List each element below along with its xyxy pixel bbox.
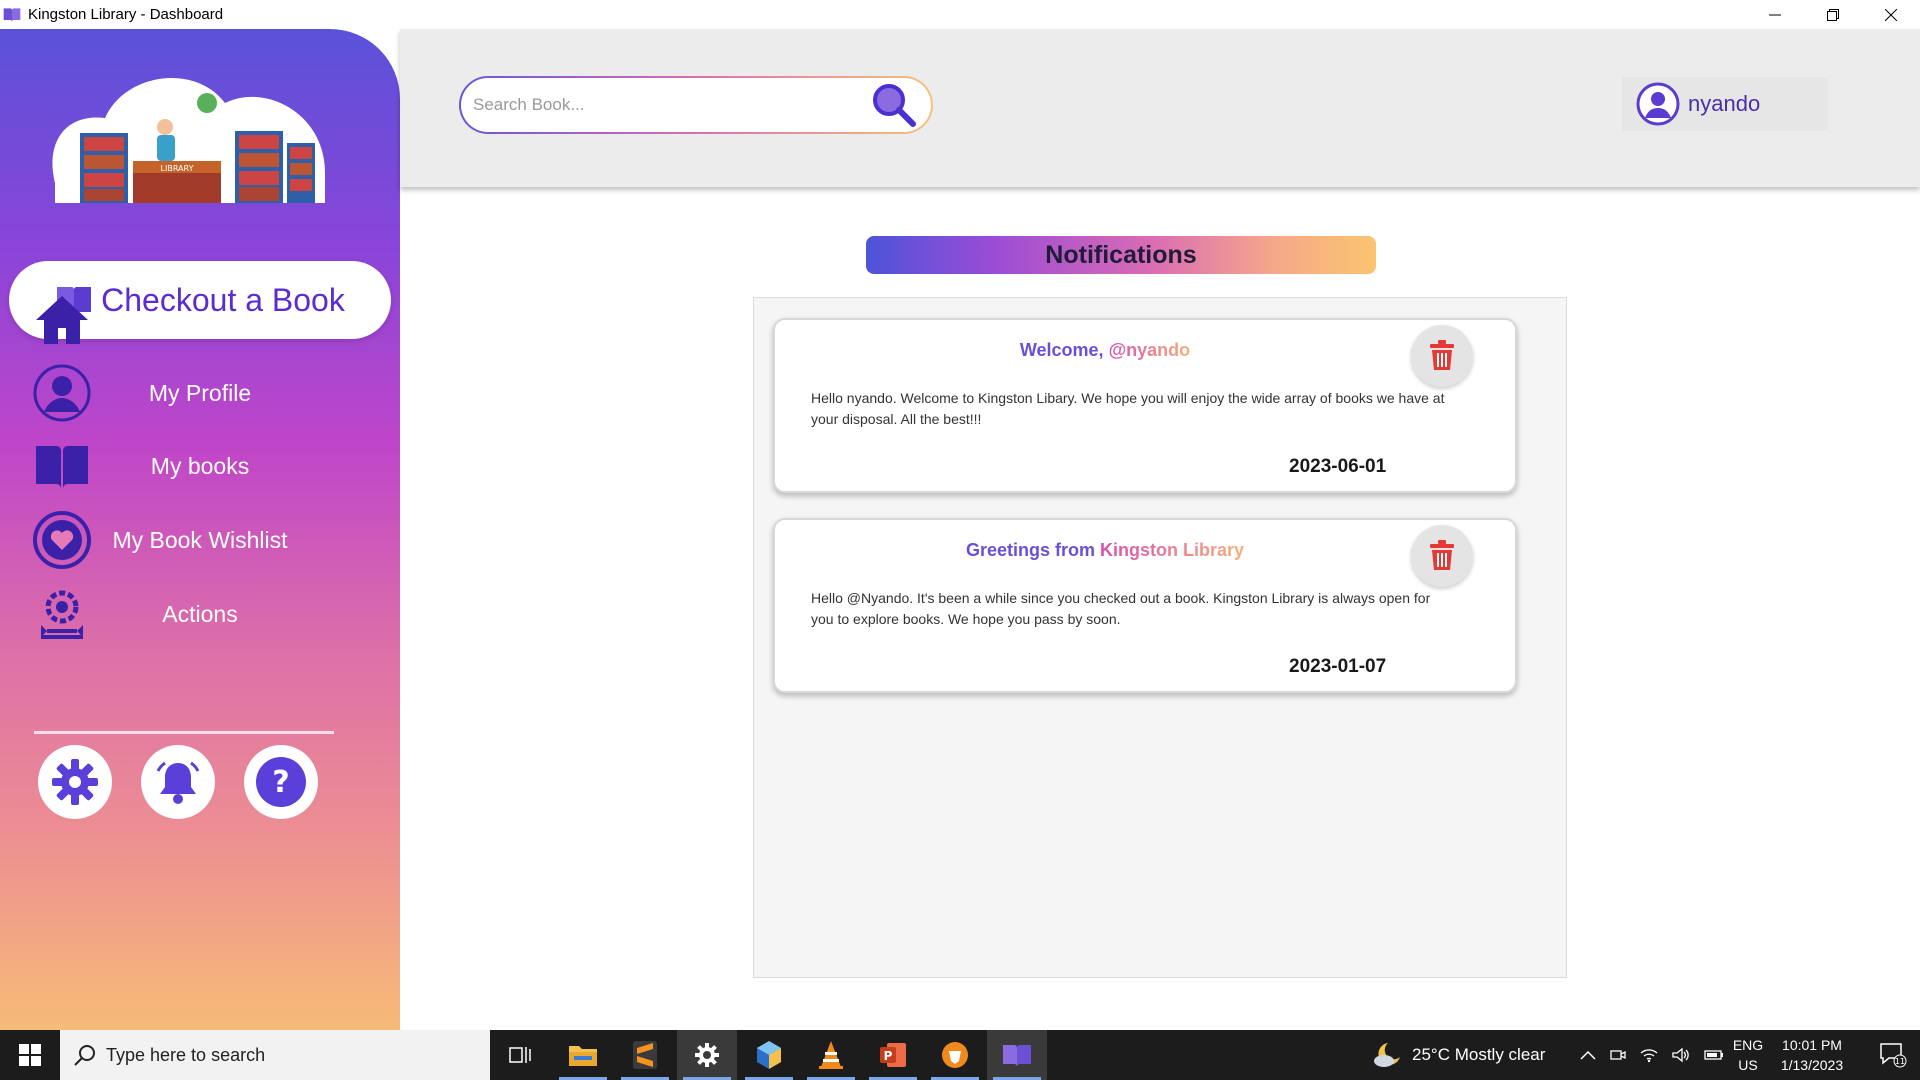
title-bar: Kingston Library - Dashboard bbox=[0, 0, 1920, 29]
clock-time: 10:01 PM bbox=[1782, 1037, 1842, 1053]
close-icon bbox=[1885, 8, 1897, 21]
header: nyando bbox=[400, 29, 1920, 187]
book-icon bbox=[1003, 1045, 1031, 1067]
volume-icon[interactable] bbox=[1672, 1047, 1690, 1063]
moon-cloud-icon bbox=[1374, 1043, 1400, 1067]
browser-icon bbox=[942, 1042, 968, 1068]
window-title: Kingston Library - Dashboard bbox=[28, 6, 224, 23]
minimize-button[interactable] bbox=[1746, 0, 1804, 29]
sidebar-item-my-books[interactable]: My books bbox=[30, 433, 380, 499]
weather-text: 25°C Mostly clear bbox=[1412, 1045, 1546, 1064]
logo-text: LIBRARY bbox=[161, 164, 194, 173]
notification-title-accent: Kingston Library bbox=[1100, 540, 1245, 560]
battery-icon[interactable] bbox=[1704, 1049, 1724, 1061]
notification-body: Hello nyando. Welcome to Kingston Libary… bbox=[811, 390, 1445, 427]
svg-text:P: P bbox=[884, 1049, 893, 1063]
notification-count: 11 bbox=[1895, 1057, 1905, 1066]
search-bar bbox=[459, 76, 933, 134]
weather-widget[interactable]: 25°C Mostly clear bbox=[1372, 1030, 1545, 1080]
sublime-icon bbox=[633, 1041, 657, 1069]
sidebar-divider bbox=[34, 731, 334, 734]
vlc-cone-icon bbox=[819, 1041, 843, 1069]
cube-icon bbox=[757, 1041, 781, 1069]
clock[interactable]: 10:01 PM 1/13/2023 bbox=[1770, 1035, 1854, 1075]
taskbar-app-brave[interactable] bbox=[925, 1030, 985, 1080]
gear-icon bbox=[52, 759, 98, 805]
powerpoint-icon: P bbox=[880, 1043, 906, 1067]
notification-body: Hello @Nyando. It's been a while since y… bbox=[811, 590, 1431, 627]
sidebar-item-label: Actions bbox=[162, 600, 238, 627]
notification-title: Welcome, @nyando bbox=[775, 340, 1435, 361]
sidebar-item-label: My books bbox=[150, 452, 250, 479]
library-logo: LIBRARY bbox=[52, 77, 325, 203]
notification-card: Welcome, @nyando Hello nyando. Welcome t… bbox=[773, 318, 1517, 493]
trash-icon bbox=[1430, 540, 1454, 570]
sidebar-item-wishlist[interactable]: My Book Wishlist bbox=[30, 507, 380, 573]
sidebar-item-label: My Profile bbox=[148, 379, 252, 406]
taskbar-app-kingston-library[interactable] bbox=[987, 1030, 1047, 1080]
delete-notification-button[interactable] bbox=[1411, 525, 1473, 587]
system-tray bbox=[1580, 1030, 1724, 1080]
question-icon: ? bbox=[256, 757, 306, 807]
search-input[interactable] bbox=[473, 95, 863, 115]
sidebar-item-label: My Book Wishlist bbox=[112, 526, 288, 553]
notification-date: 2023-06-01 bbox=[1289, 456, 1387, 477]
delete-notification-button[interactable] bbox=[1411, 325, 1473, 387]
avatar bbox=[1636, 82, 1680, 126]
gear-icon bbox=[695, 1043, 719, 1067]
taskbar-search[interactable]: Type here to search bbox=[60, 1030, 490, 1080]
task-view-button[interactable] bbox=[490, 1030, 550, 1080]
notifications-button[interactable] bbox=[141, 745, 215, 819]
restore-icon bbox=[1827, 8, 1839, 21]
svg-text:?: ? bbox=[272, 765, 289, 800]
taskbar-app-sublime[interactable] bbox=[615, 1030, 675, 1080]
minimize-icon bbox=[1769, 14, 1781, 15]
wifi-icon[interactable] bbox=[1640, 1047, 1658, 1063]
windows-icon bbox=[19, 1044, 41, 1066]
bell-icon bbox=[156, 761, 200, 804]
taskbar-search-text: Type here to search bbox=[106, 1044, 266, 1065]
notification-date: 2023-01-07 bbox=[1289, 656, 1387, 677]
sidebar-item-actions[interactable]: Actions bbox=[30, 581, 380, 647]
notification-title-prefix: Welcome, bbox=[1019, 340, 1109, 360]
taskbar-app-virtualbox[interactable] bbox=[739, 1030, 799, 1080]
notifications-panel: Welcome, @nyando Hello nyando. Welcome t… bbox=[753, 297, 1567, 978]
bookshelf-left bbox=[80, 133, 128, 203]
chevron-up-icon[interactable] bbox=[1580, 1050, 1596, 1060]
sidebar-item-home[interactable]: Home bbox=[30, 287, 380, 353]
page-title: Notifications bbox=[866, 236, 1376, 274]
folder-icon bbox=[569, 1046, 597, 1066]
restore-button[interactable] bbox=[1804, 0, 1862, 29]
help-button[interactable]: ? bbox=[244, 745, 318, 819]
meet-now-icon[interactable] bbox=[1610, 1047, 1626, 1063]
region-code: US bbox=[1738, 1057, 1758, 1073]
taskbar-app-file-explorer[interactable] bbox=[553, 1030, 613, 1080]
trash-icon bbox=[1430, 340, 1454, 370]
action-center-button[interactable]: 11 bbox=[1866, 1030, 1920, 1080]
app-book-icon bbox=[3, 7, 21, 22]
taskbar-app-powerpoint[interactable]: P bbox=[863, 1030, 923, 1080]
start-button[interactable] bbox=[0, 1030, 60, 1080]
close-button[interactable] bbox=[1862, 0, 1920, 29]
settings-button[interactable] bbox=[38, 745, 112, 819]
notification-title-prefix: Greetings from bbox=[965, 540, 1100, 560]
clock-date: 1/13/2023 bbox=[1780, 1057, 1844, 1073]
taskbar-app-vlc[interactable] bbox=[801, 1030, 861, 1080]
username: nyando bbox=[1688, 91, 1761, 116]
user-profile-chip[interactable]: nyando bbox=[1622, 77, 1828, 131]
language-indicator[interactable]: ENG US bbox=[1730, 1035, 1766, 1075]
notification-card: Greetings from Kingston Library Hello @N… bbox=[773, 518, 1517, 693]
notification-title: Greetings from Kingston Library bbox=[775, 540, 1435, 561]
taskbar: Type here to search P 25°C Mostly clear … bbox=[0, 1030, 1920, 1080]
search-icon bbox=[74, 1045, 95, 1066]
sidebar: LIBRARY Checkout a Book Home My Profile … bbox=[0, 29, 400, 1030]
language-code: ENG bbox=[1732, 1037, 1764, 1053]
search-icon[interactable] bbox=[871, 82, 917, 133]
notification-title-accent: @nyando bbox=[1108, 340, 1191, 360]
notification-center-icon: 11 bbox=[1880, 1043, 1907, 1068]
sidebar-item-profile[interactable]: My Profile bbox=[30, 360, 380, 426]
taskbar-app-settings[interactable] bbox=[677, 1030, 737, 1080]
task-view-icon bbox=[509, 1047, 531, 1063]
sidebar-item-label: Home bbox=[169, 306, 231, 333]
